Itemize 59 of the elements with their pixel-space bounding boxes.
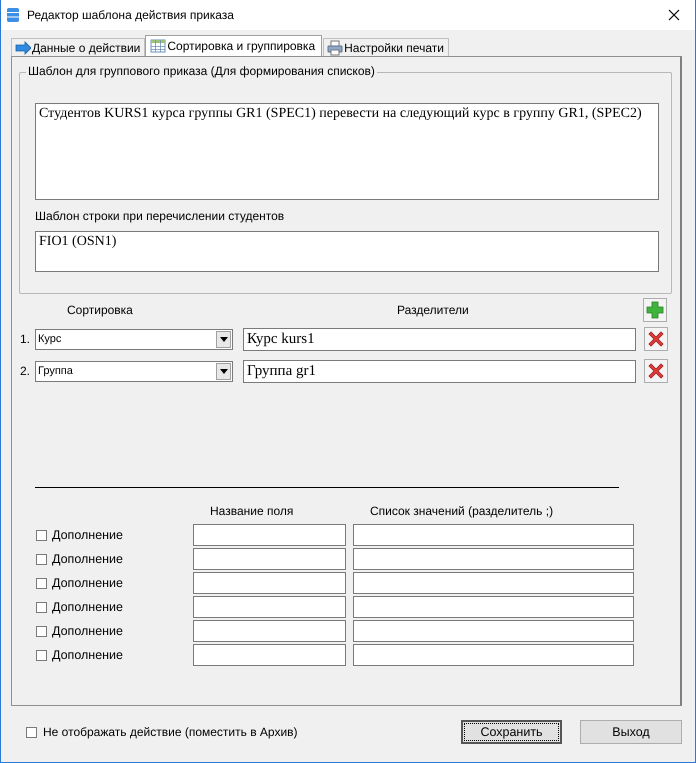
field-label: Шаблон строки при перечислении студентов xyxy=(35,209,286,223)
close-icon xyxy=(667,8,681,22)
column-header: Сортировка xyxy=(67,303,134,317)
template-field[interactable]: Студентов KURS1 курса группы GR1 (SPEC1) перевести на следующий курс в группу GR1, (SPEC2) xyxy=(35,103,659,200)
field-name-input[interactable] xyxy=(193,620,346,642)
tab[interactable]: Настройки печати xyxy=(323,38,449,56)
values-input[interactable] xyxy=(353,548,634,570)
values-input[interactable] xyxy=(353,596,634,618)
separator-field[interactable]: Курс kurs1 xyxy=(243,328,636,350)
column-header: Список значений (разделитель ;) xyxy=(370,504,554,518)
row-template-field[interactable]: FIO1 (OSN1) xyxy=(35,231,659,272)
checkbox-label: Не отображать действие (поместить в Архив) xyxy=(43,725,298,739)
tab[interactable]: Сортировка и группировка xyxy=(145,35,322,56)
caret-icon xyxy=(220,368,228,374)
checkbox[interactable] xyxy=(36,530,47,540)
checkbox[interactable] xyxy=(36,554,47,564)
sort-dropdown[interactable]: Группа xyxy=(35,360,233,382)
values-input[interactable] xyxy=(353,644,634,666)
checkbox-label: Дополнение xyxy=(52,552,124,566)
checkbox[interactable] xyxy=(36,578,47,588)
sort-dropdown[interactable]: Курс xyxy=(35,328,233,350)
arrow-icon xyxy=(15,40,31,56)
window-title: Редактор шаблона действия приказа xyxy=(27,8,234,22)
table-icon xyxy=(150,38,166,54)
delete-button[interactable] xyxy=(644,327,668,351)
dialog-button[interactable]: Сохранить xyxy=(461,720,562,744)
checkbox[interactable] xyxy=(36,602,47,612)
plus-icon xyxy=(646,301,664,319)
field-name-input[interactable] xyxy=(193,572,346,594)
field-name-input[interactable] xyxy=(193,524,346,546)
checkbox-label: Дополнение xyxy=(52,528,124,542)
values-input[interactable] xyxy=(353,572,634,594)
values-input[interactable] xyxy=(353,524,634,546)
group-title: Шаблон для группового приказа (Для формирования списков) xyxy=(26,64,377,78)
checkbox-label: Дополнение xyxy=(52,600,124,614)
column-header: Название поля xyxy=(210,504,294,518)
field-name-input[interactable] xyxy=(193,644,346,666)
checkbox[interactable] xyxy=(36,626,47,636)
delete-button[interactable] xyxy=(644,359,668,383)
field-name-input[interactable] xyxy=(193,596,346,618)
field-name-input[interactable] xyxy=(193,548,346,570)
checkbox-label: Дополнение xyxy=(52,624,124,638)
cross-icon xyxy=(647,330,665,348)
values-input[interactable] xyxy=(353,620,634,642)
cross-icon xyxy=(647,362,665,380)
checkbox[interactable] xyxy=(26,726,37,738)
row-number: 2. xyxy=(18,364,30,378)
checkbox[interactable] xyxy=(36,650,47,660)
separator-field[interactable]: Группа gr1 xyxy=(243,360,636,382)
tab[interactable]: Данные о действии xyxy=(11,38,146,56)
caret-icon xyxy=(220,336,228,342)
checkbox-label: Дополнение xyxy=(52,648,124,662)
printer-icon xyxy=(327,40,344,56)
column-header: Разделители xyxy=(397,303,470,317)
database-icon xyxy=(5,7,21,23)
row-number: 1. xyxy=(18,332,30,346)
checkbox-label: Дополнение xyxy=(52,576,124,590)
dialog-button[interactable]: Выход xyxy=(580,720,682,744)
add-button[interactable] xyxy=(643,298,667,322)
